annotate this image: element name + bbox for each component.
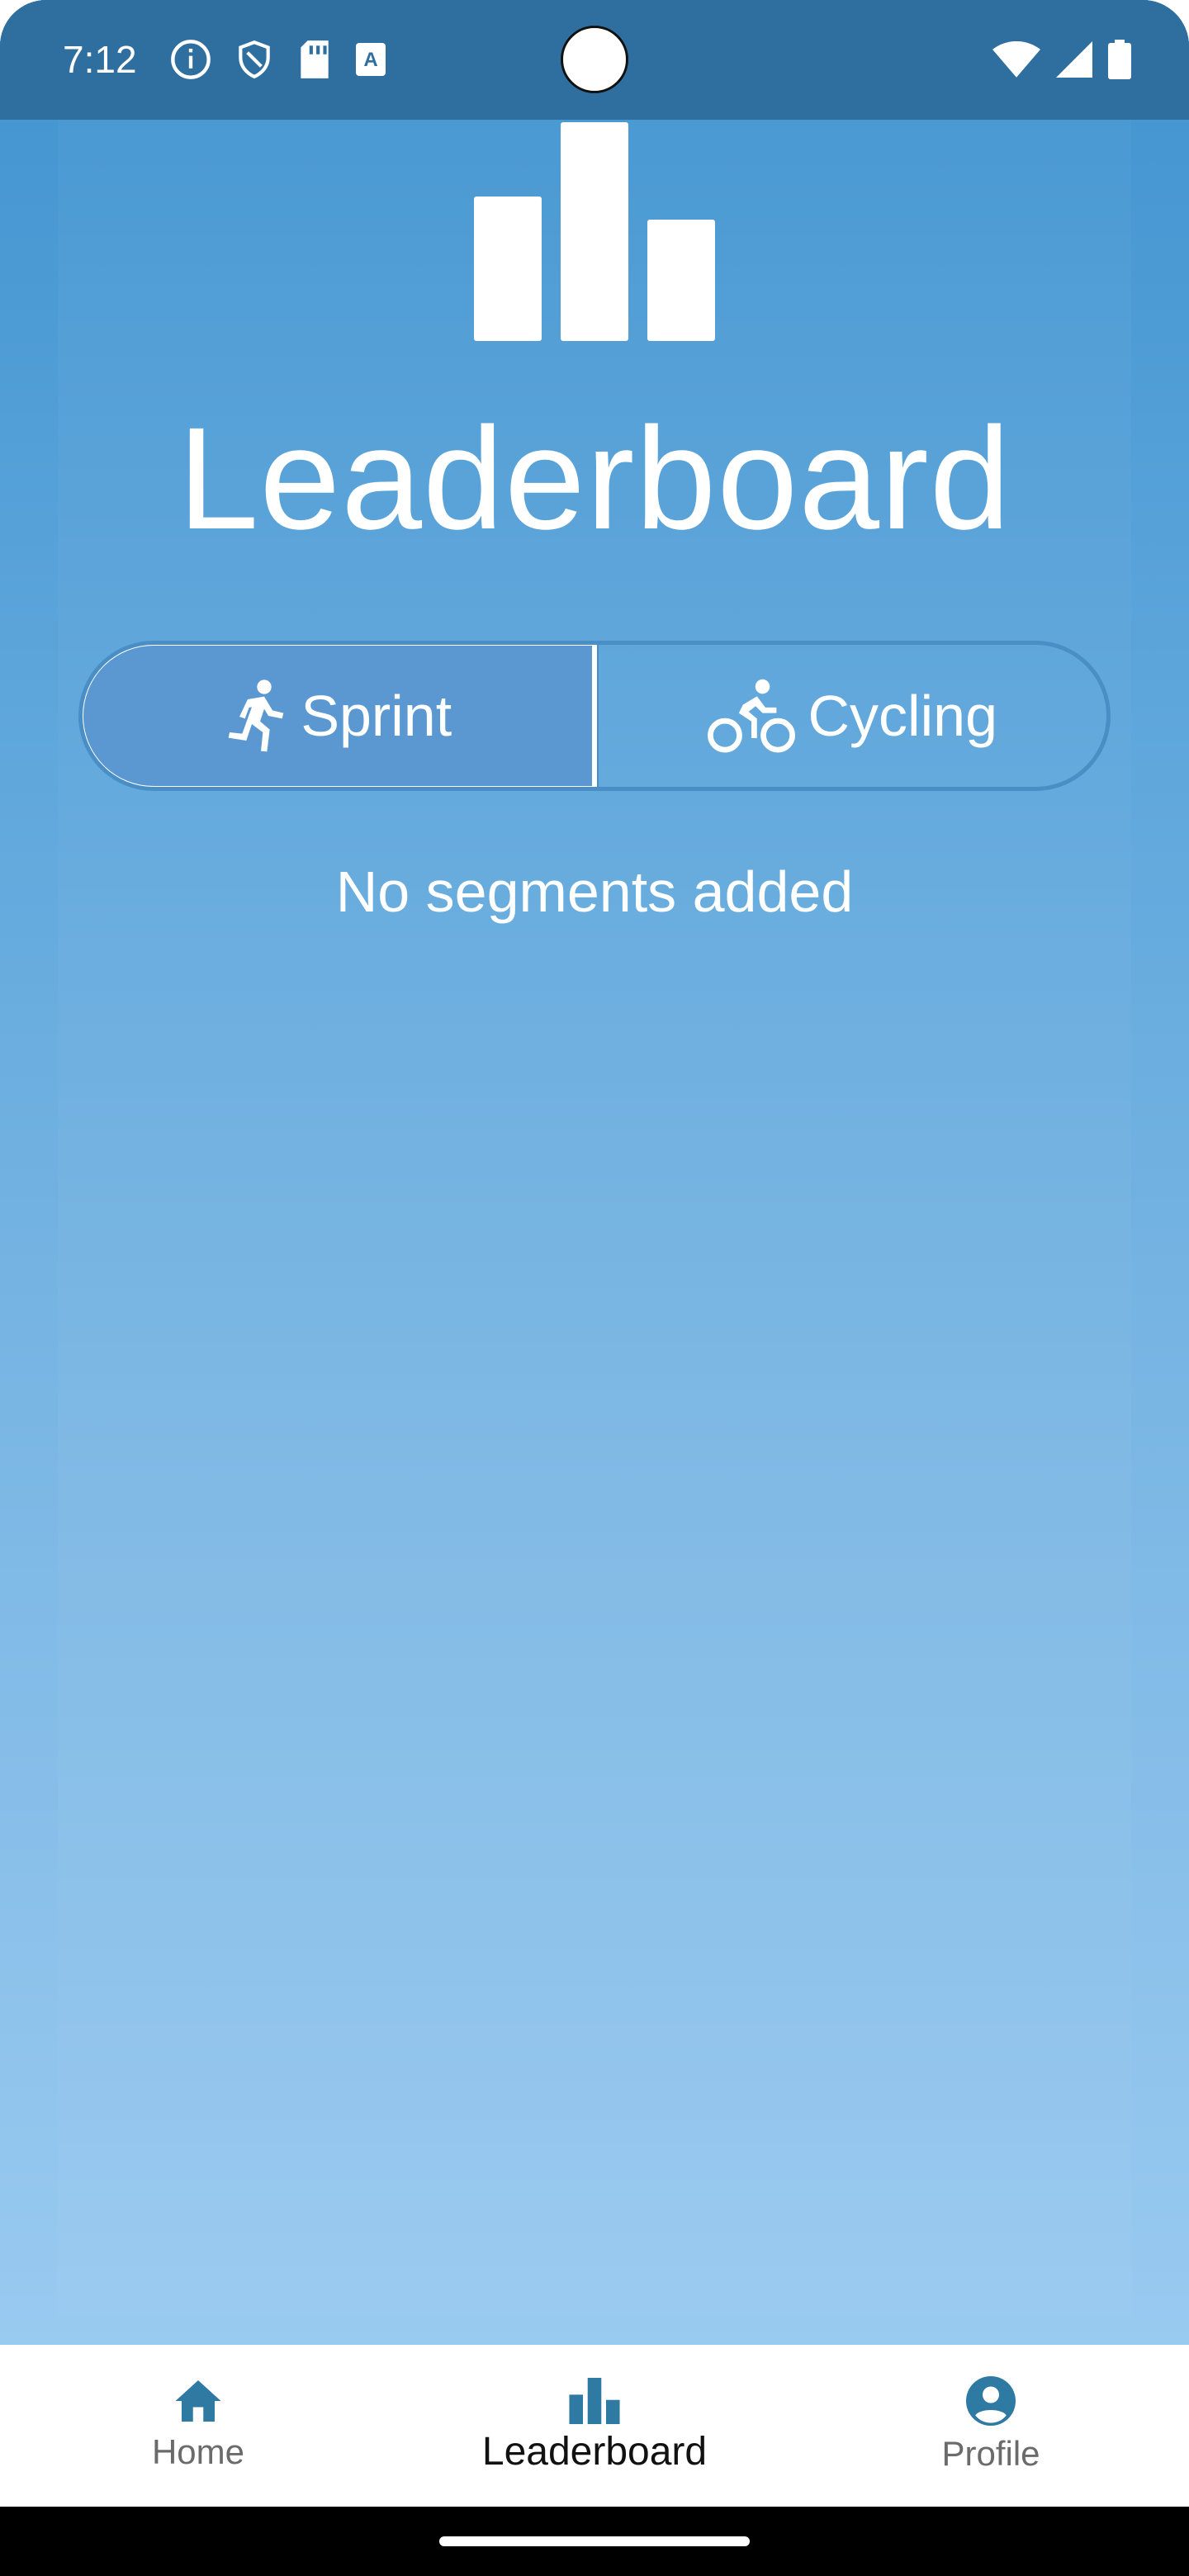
status-icons-right [992, 40, 1131, 79]
bike-icon [708, 679, 796, 753]
info-icon [171, 40, 211, 79]
bottom-navigation: Home Leaderboard Profile [0, 2345, 1189, 2507]
nav-home[interactable]: Home [0, 2345, 396, 2507]
status-icons-left: A [169, 38, 387, 81]
keyboard-a-icon: A [356, 43, 386, 76]
sd-card-icon [301, 40, 329, 78]
segment-cycling-label: Cycling [808, 684, 998, 748]
nav-home-label: Home [151, 2432, 245, 2471]
segment-sprint-label: Sprint [301, 684, 452, 748]
wifi-icon [992, 41, 1040, 78]
battery-icon [1108, 40, 1131, 79]
nav-profile[interactable]: Profile [793, 2345, 1189, 2507]
leaderboard-icon [569, 2378, 620, 2424]
leaderboard-bar-chart-icon [474, 122, 715, 341]
sport-segmented-control: Sprint Cycling [78, 641, 1111, 791]
signal-icon [1056, 41, 1092, 78]
screen: 7:12 A Leaderboard Sprint Cycling No seg… [0, 0, 1189, 2576]
page-title: Leaderboard [178, 398, 1011, 560]
nav-profile-label: Profile [941, 2434, 1040, 2473]
run-icon [228, 680, 284, 752]
empty-state-text: No segments added [335, 859, 854, 924]
nav-leaderboard[interactable]: Leaderboard [396, 2345, 793, 2507]
segment-sprint[interactable]: Sprint [83, 645, 597, 787]
gesture-navigation-bar[interactable] [439, 2536, 750, 2546]
status-bar: 7:12 A [0, 0, 1189, 120]
status-time: 7:12 [63, 38, 137, 81]
shield-icon [239, 40, 270, 79]
camera-cutout [561, 26, 628, 93]
account-circle-icon [966, 2376, 1016, 2426]
svg-text:A: A [363, 49, 377, 71]
home-icon [175, 2380, 221, 2422]
segment-cycling[interactable]: Cycling [596, 645, 1107, 787]
nav-leaderboard-label: Leaderboard [481, 2430, 708, 2474]
